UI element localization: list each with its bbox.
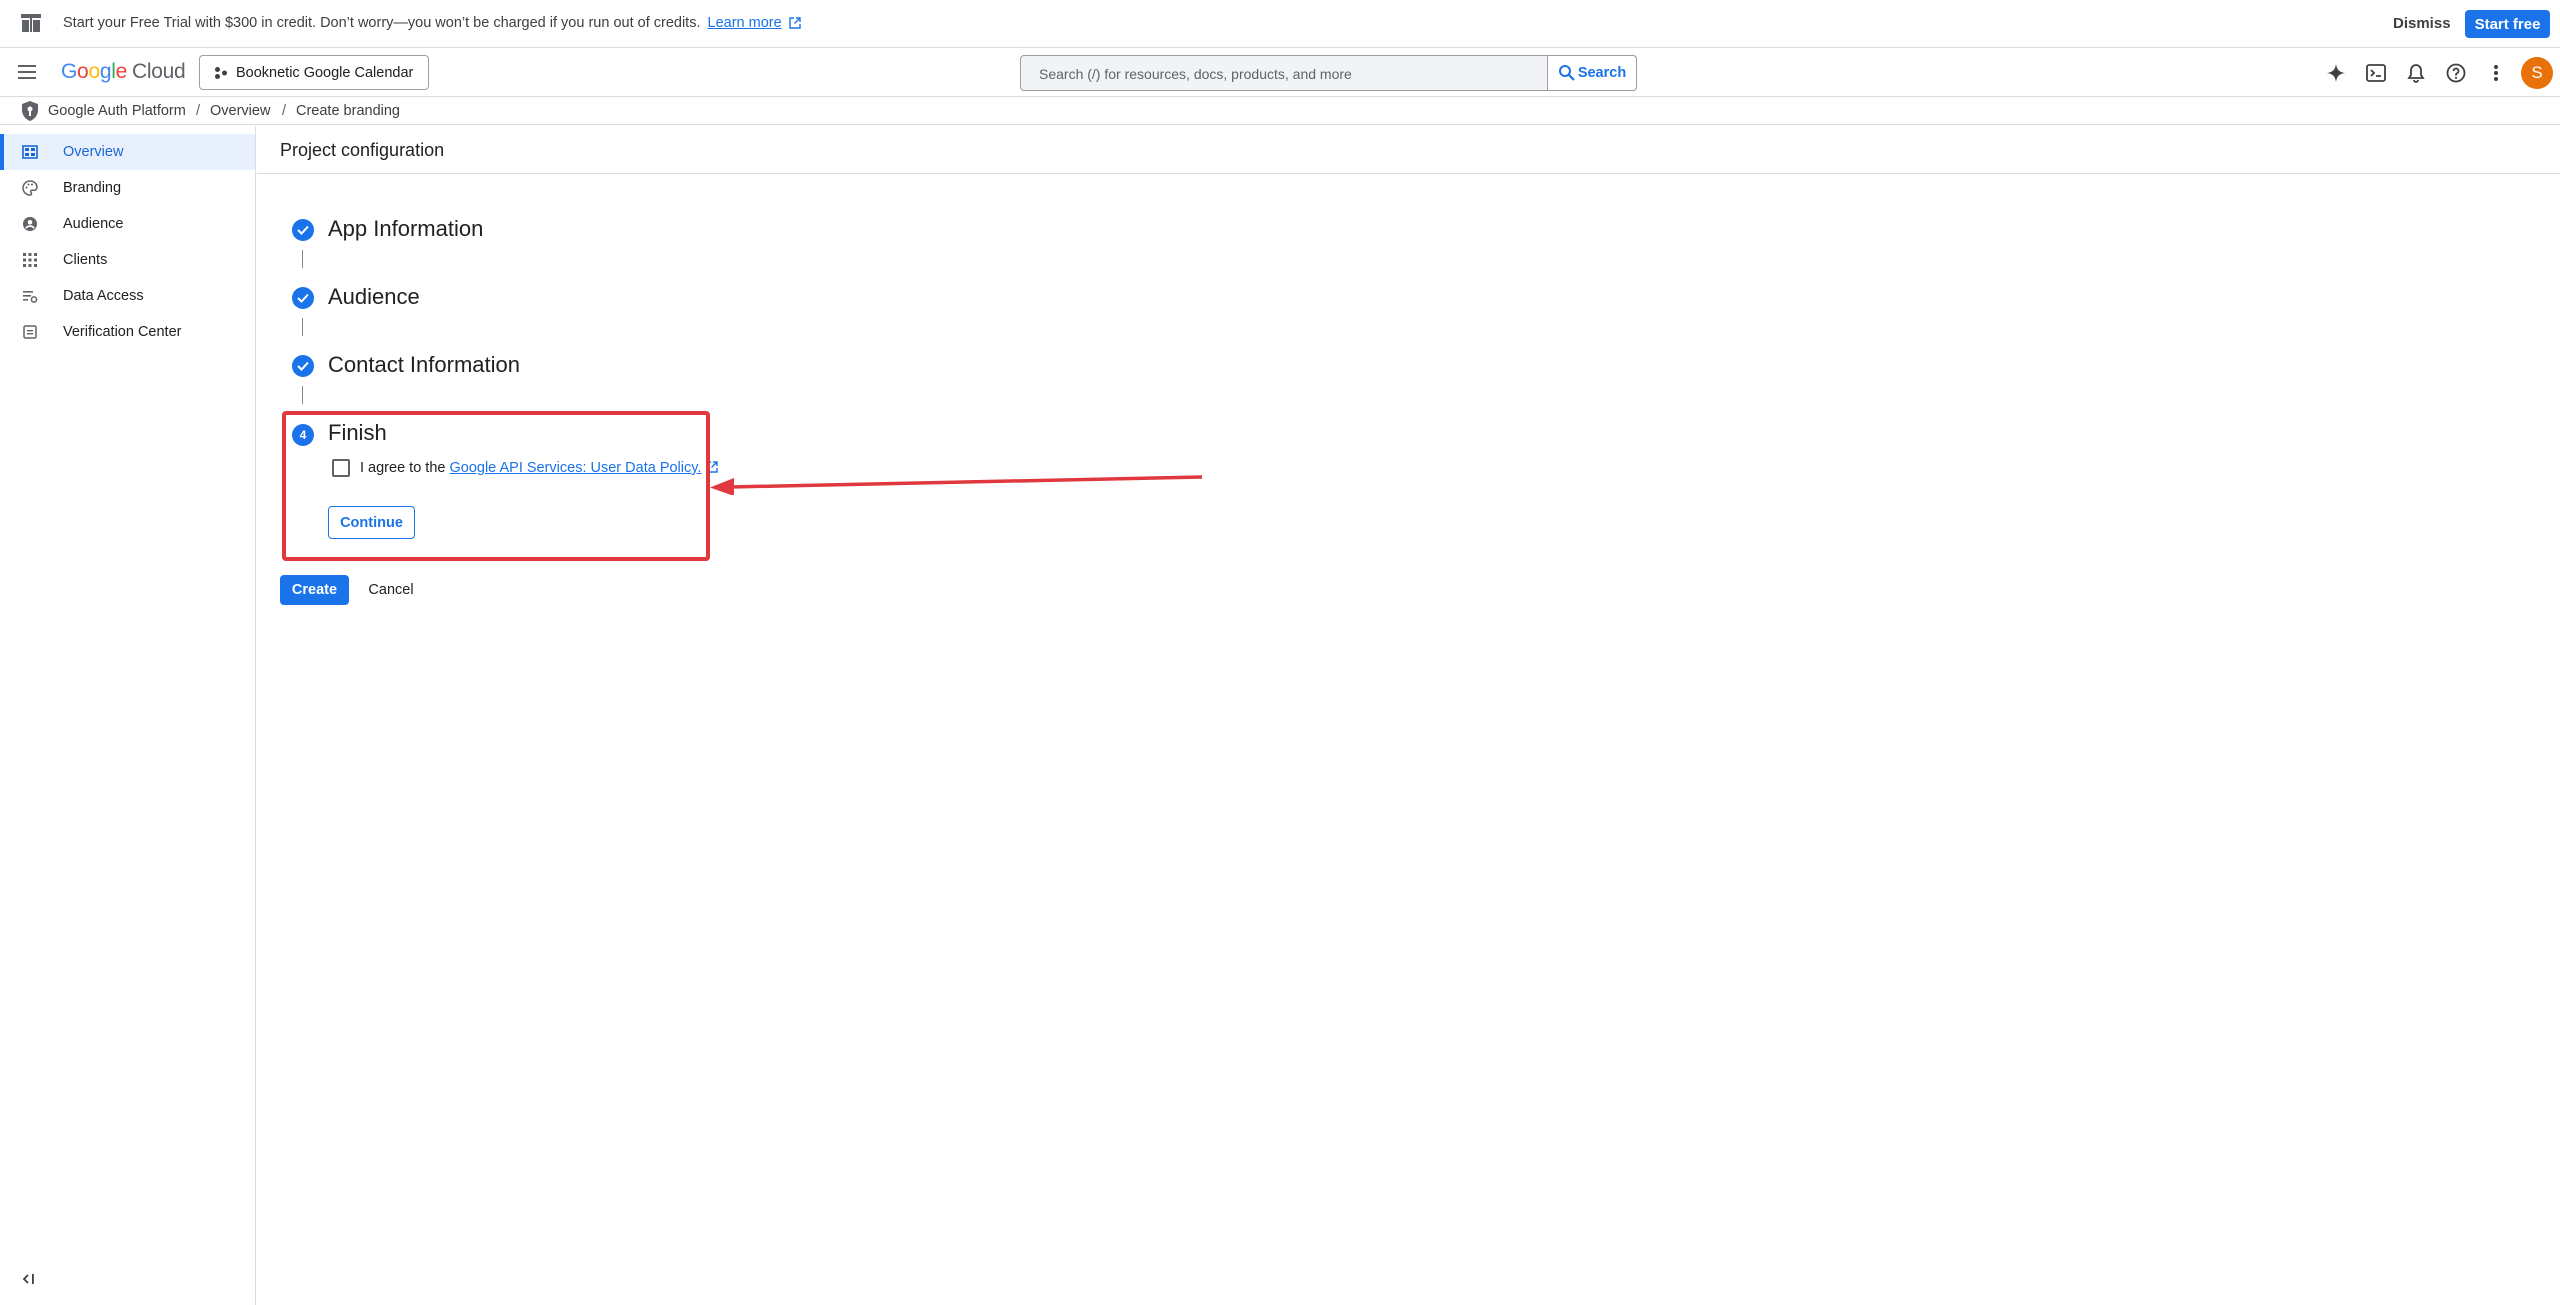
sidebar-item-label: Clients xyxy=(63,252,108,268)
create-button[interactable]: Create xyxy=(280,575,349,605)
more-vert-icon[interactable] xyxy=(2484,61,2508,85)
sidebar-item-label: Data Access xyxy=(63,288,144,304)
breadcrumb-separator: / xyxy=(282,103,287,119)
step-connector xyxy=(302,386,303,404)
sidebar-item-verification-center[interactable]: Verification Center xyxy=(0,314,255,350)
collapse-sidebar-icon[interactable] xyxy=(22,1272,36,1286)
banner-text: Start your Free Trial with $300 in credi… xyxy=(63,15,801,31)
start-free-button[interactable]: Start free xyxy=(2465,10,2550,38)
cloud-shell-icon[interactable] xyxy=(2364,61,2388,85)
logo-letter: G xyxy=(61,60,78,83)
menu-icon[interactable] xyxy=(17,62,39,82)
data-settings-icon xyxy=(23,291,38,303)
check-circle-icon xyxy=(292,355,314,377)
search-icon xyxy=(1558,65,1575,81)
learn-more-link[interactable]: Learn more xyxy=(708,15,782,31)
cancel-button[interactable]: Cancel xyxy=(358,575,424,605)
gemini-sparkle-icon[interactable] xyxy=(2324,61,2348,85)
check-circle-icon xyxy=(292,219,314,241)
banner-message: Start your Free Trial with $300 in credi… xyxy=(63,15,701,31)
page-title: Project configuration xyxy=(280,140,445,160)
divider xyxy=(257,173,2560,174)
sidebar-item-audience[interactable]: Audience xyxy=(0,206,255,242)
dashboard-icon xyxy=(22,145,38,159)
notifications-icon[interactable] xyxy=(2404,61,2428,85)
annotation-highlight-box xyxy=(282,411,710,561)
breadcrumb-separator: / xyxy=(196,103,201,119)
sidebar-item-clients[interactable]: Clients xyxy=(0,242,255,278)
project-hub-icon xyxy=(215,66,227,79)
breadcrumb-item-overview[interactable]: Overview xyxy=(210,103,270,119)
logo-product: Cloud xyxy=(131,60,186,83)
search-input[interactable]: Search (/) for resources, docs, products… xyxy=(1039,66,1352,82)
sidebar-item-label: Verification Center xyxy=(63,324,182,340)
logo-letter: g xyxy=(99,60,112,83)
breadcrumb: Google Auth Platform / Overview / Create… xyxy=(0,97,2560,125)
search-button[interactable]: Search xyxy=(1547,55,1637,91)
sidebar-item-data-access[interactable]: Data Access xyxy=(0,278,255,314)
annotation-arrow-icon xyxy=(710,475,1203,495)
open-in-new-icon xyxy=(789,17,801,29)
apps-grid-icon xyxy=(23,253,37,267)
step-title-app-information[interactable]: App Information xyxy=(328,216,483,242)
account-avatar[interactable]: S xyxy=(2521,57,2553,89)
free-trial-banner: Start your Free Trial with $300 in credi… xyxy=(0,0,2560,48)
step-title-audience[interactable]: Audience xyxy=(328,284,420,310)
logo-letter: e xyxy=(115,60,128,83)
dismiss-button[interactable]: Dismiss xyxy=(2393,15,2451,32)
project-name: Booknetic Google Calendar xyxy=(236,64,414,81)
logo-letter: o xyxy=(77,60,89,83)
verification-icon xyxy=(23,325,37,339)
search-button-label: Search xyxy=(1577,65,1627,81)
sidebar-item-branding[interactable]: Branding xyxy=(0,170,255,206)
sidebar-item-label: Overview xyxy=(63,144,124,160)
sidebar-item-label: Audience xyxy=(63,216,124,232)
step-connector xyxy=(302,318,303,336)
google-cloud-logo[interactable]: Google Cloud xyxy=(61,60,186,84)
check-circle-icon xyxy=(292,287,314,309)
sidebar: Overview Branding Audience Clients Data … xyxy=(0,126,256,1305)
gift-icon xyxy=(21,14,41,32)
top-header: Google Cloud Booknetic Google Calendar Se… xyxy=(0,48,2560,97)
logo-letter: o xyxy=(88,60,100,83)
palette-icon xyxy=(22,180,38,196)
search-bar[interactable]: Search (/) for resources, docs, products… xyxy=(1020,55,1637,91)
breadcrumb-item-auth-platform[interactable]: Google Auth Platform xyxy=(48,103,186,119)
sidebar-item-label: Branding xyxy=(63,180,122,196)
help-icon[interactable] xyxy=(2444,61,2468,85)
shield-icon xyxy=(22,101,38,121)
breadcrumb-item-create-branding: Create branding xyxy=(296,103,400,119)
project-picker[interactable]: Booknetic Google Calendar xyxy=(199,55,429,90)
step-connector xyxy=(302,250,303,268)
account-circle-icon xyxy=(23,217,37,231)
step-title-contact-information[interactable]: Contact Information xyxy=(328,352,520,378)
sidebar-item-overview[interactable]: Overview xyxy=(0,134,255,170)
